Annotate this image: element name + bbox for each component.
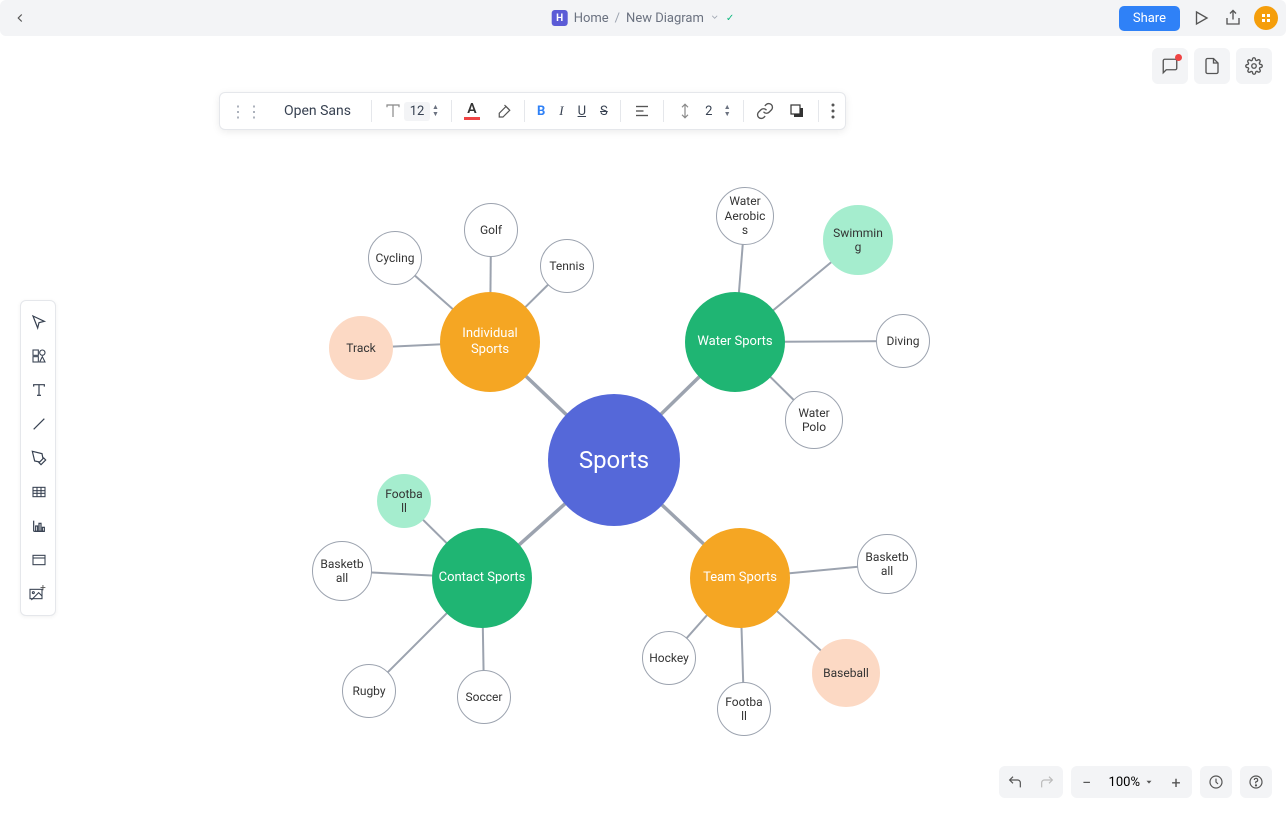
branch-node[interactable]: Individual Sports (440, 292, 540, 392)
sync-status-icon: ✓ (726, 13, 734, 24)
leaf-node[interactable]: Diving (876, 314, 930, 368)
leaf-node[interactable]: Swimming (823, 205, 893, 275)
node-label: Golf (474, 223, 508, 237)
leaf-node[interactable]: Water Aerobics (716, 187, 774, 245)
present-button[interactable] (1190, 7, 1212, 29)
branch-node[interactable]: Team Sports (690, 528, 790, 628)
node-label: Water Aerobics (717, 194, 773, 237)
branch-node[interactable]: Contact Sports (432, 528, 532, 628)
node-label: Cycling (370, 251, 421, 265)
node-label: Basketball (313, 557, 371, 586)
leaf-node[interactable]: Football (717, 682, 771, 736)
leaf-node[interactable]: Soccer (457, 670, 511, 724)
node-label: Sports (573, 446, 655, 475)
node-label: Water Polo (786, 406, 842, 435)
node-label: Rugby (346, 684, 391, 698)
leaf-node[interactable]: Golf (464, 203, 518, 257)
node-label: Individual Sports (440, 326, 540, 357)
node-label: Tennis (543, 259, 590, 273)
leaf-node[interactable]: Tennis (540, 239, 594, 293)
center-node[interactable]: Sports (548, 394, 680, 526)
node-label: Hockey (643, 651, 695, 665)
leaf-node[interactable]: Football (377, 474, 431, 528)
node-label: Football (718, 695, 770, 724)
leaf-node[interactable]: Cycling (368, 231, 422, 285)
leaf-node[interactable]: Basketball (312, 541, 372, 601)
user-avatar[interactable] (1254, 6, 1278, 30)
leaf-node[interactable]: Basketball (857, 534, 917, 594)
node-label: Diving (881, 334, 926, 348)
breadcrumb-doc[interactable]: New Diagram (626, 11, 704, 26)
leaf-node[interactable]: Track (329, 316, 393, 380)
share-button[interactable]: Share (1119, 6, 1180, 31)
node-label: Swimming (824, 226, 892, 255)
chevron-down-icon[interactable] (710, 11, 720, 26)
breadcrumb-home[interactable]: Home (574, 11, 609, 26)
back-button[interactable] (8, 6, 32, 30)
branch-node[interactable]: Water Sports (685, 292, 785, 392)
node-label: Contact Sports (433, 570, 532, 586)
breadcrumb: H Home / New Diagram ✓ (552, 10, 735, 26)
top-bar: H Home / New Diagram ✓ Share (0, 0, 1286, 36)
export-button[interactable] (1222, 7, 1244, 29)
leaf-node[interactable]: Rugby (342, 664, 396, 718)
node-label: Basketball (858, 550, 916, 579)
node-label: Water Sports (691, 334, 778, 350)
node-label: Soccer (460, 690, 509, 704)
node-label: Baseball (817, 666, 875, 680)
node-label: Track (340, 341, 381, 355)
leaf-node[interactable]: Hockey (642, 631, 696, 685)
node-label: Football (378, 487, 430, 516)
canvas[interactable]: Track Cycling Golf Tennis Water Aerobics Swim… (0, 36, 1286, 816)
leaf-node[interactable]: Water Polo (785, 391, 843, 449)
breadcrumb-separator: / (615, 11, 620, 26)
app-logo: H (552, 10, 568, 26)
leaf-node[interactable]: Baseball (812, 639, 880, 707)
node-label: Team Sports (697, 570, 783, 586)
